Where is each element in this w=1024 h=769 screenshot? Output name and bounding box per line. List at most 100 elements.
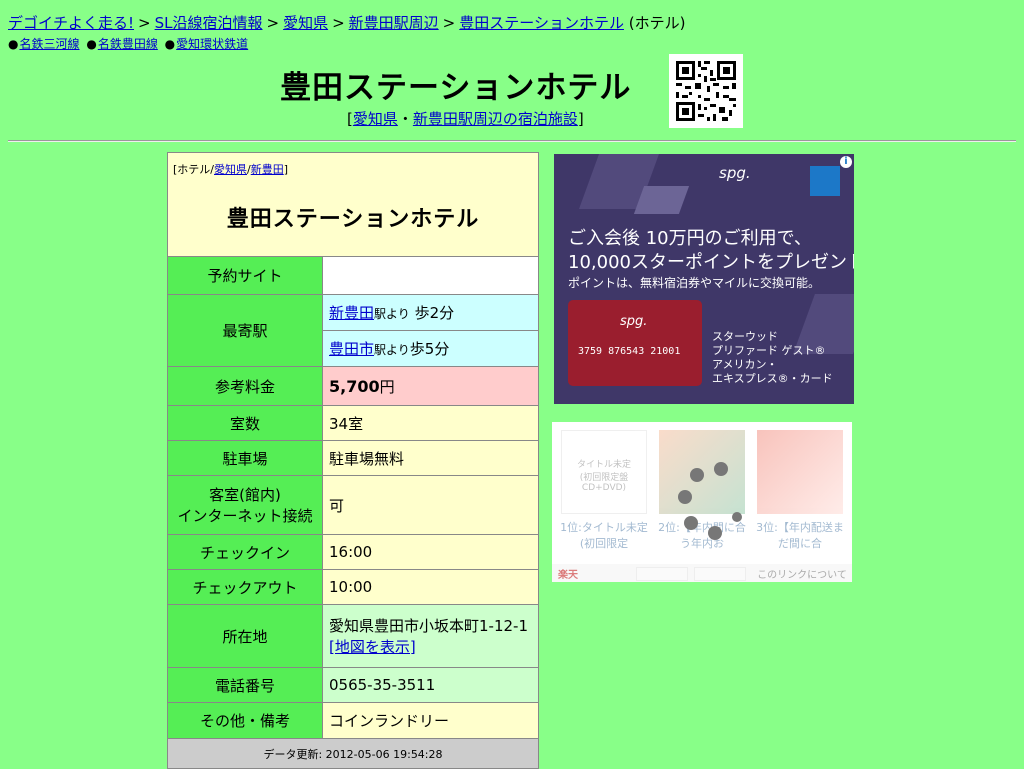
line-link-meitetsu-toyota[interactable]: 名鉄豊田線 (98, 37, 158, 51)
breadcrumb-separator: > (332, 14, 345, 32)
breadcrumb-link-prefecture[interactable]: 愛知県 (283, 14, 328, 32)
separator-dot: ・ (397, 110, 413, 128)
booking-value (322, 256, 539, 295)
category-station-link[interactable]: 新豊田 (251, 163, 284, 176)
ranking-widget: タイトル未定 (初回限定盤 CD+DVD) 1位:タイトル未定(初回限定 2位:… (552, 422, 852, 582)
ad-decoration (633, 186, 690, 214)
ad-info-icon[interactable]: i (840, 156, 852, 168)
page-title: 豊田ステーションホテル (280, 70, 632, 106)
fare-unit: 円 (379, 377, 395, 396)
spinner-dot (732, 512, 742, 522)
horizontal-divider (8, 140, 1016, 142)
station-from: 駅より (374, 307, 410, 321)
card-brand: spg. (620, 314, 648, 329)
hotel-header: [ホテル/愛知県/新豊田] 豊田ステーションホテル (167, 152, 539, 257)
phone-label: 電話番号 (167, 667, 323, 703)
checkout-label: チェックアウト (167, 569, 323, 605)
line-link-aichi-loop[interactable]: 愛知環状鉄道 (176, 37, 248, 51)
bullet-icon: ● (8, 37, 19, 51)
ad-card-text: スターウッド プリファード ゲスト® アメリカン・ エキスプレス®・カード (712, 330, 833, 386)
widget-prev-button[interactable] (636, 567, 688, 581)
breadcrumb-link-home[interactable]: デゴイチよく走る! (8, 14, 134, 32)
ranking-item[interactable]: タイトル未定 (初回限定盤 CD+DVD) 1位:タイトル未定(初回限定 (558, 430, 650, 554)
ad-card-text-line: スターウッド (712, 330, 778, 343)
ad-banner[interactable]: spg. i ご入会後 10万円のご利用で、 10,000スターポイントをプレゼ… (554, 154, 854, 404)
checkin-row: チェックイン 16:00 (167, 534, 539, 570)
station-walk: 歩5分 (409, 340, 450, 358)
notes-value: コインランドリー (322, 702, 539, 739)
internet-value: 可 (322, 475, 539, 535)
breadcrumb-link-hotel[interactable]: 豊田ステーションホテル (459, 14, 624, 32)
hotel-name: 豊田ステーションホテル (226, 207, 480, 232)
widget-about-link[interactable]: このリンクについて (754, 566, 850, 581)
fare-value: 5,700円 (322, 366, 539, 406)
phone-value: 0565-35-3511 (322, 667, 539, 703)
breadcrumb-separator: > (442, 14, 456, 32)
widget-footer: 楽天 このリンクについて (552, 564, 852, 582)
spinner-dot (708, 526, 722, 540)
parking-row: 駐車場 駐車場無料 (167, 440, 539, 476)
updated-row: データ更新: 2012-05-06 19:54:28 (167, 738, 539, 769)
address-label: 所在地 (167, 604, 323, 668)
parking-value: 駐車場無料 (322, 440, 539, 476)
station-link-shintoyota[interactable]: 新豊田 (329, 304, 374, 322)
breadcrumb-link-sl-lodging[interactable]: SL沿線宿泊情報 (155, 14, 263, 32)
amex-logo-icon (810, 166, 840, 196)
internet-label: 客室(館内) インターネット接続 (167, 475, 323, 535)
station-item: 新豊田駅より 歩2分 (322, 294, 539, 331)
line-link-meitetsu-mikawa[interactable]: 名鉄三河線 (19, 37, 79, 51)
internet-row: 客室(館内) インターネット接続 可 (167, 475, 539, 535)
spinner-dot (690, 468, 704, 482)
railway-lines: ●名鉄三河線 ●名鉄豊田線 ●愛知環状鉄道 (8, 35, 251, 52)
station-from: 駅より (374, 343, 410, 357)
loading-spinner-icon (666, 458, 746, 540)
prefecture-link[interactable]: 愛知県 (353, 110, 398, 128)
category-type: ホテル (177, 163, 211, 176)
breadcrumb-link-area[interactable]: 新豊田駅周辺 (349, 14, 439, 32)
bracket-close: ] (283, 163, 289, 176)
show-map-link[interactable]: [地図を表示] (329, 638, 416, 656)
notes-row: その他・備考 コインランドリー (167, 702, 539, 739)
qr-code-icon (676, 61, 736, 121)
breadcrumb: デゴイチよく走る! > SL沿線宿泊情報 > 愛知県 > 新豊田駅周辺 > 豊田ステーションホテ… (8, 12, 685, 33)
address-row: 所在地 愛知県豊田市小坂本町1-12-1 [地図を表示] (167, 604, 539, 668)
sub-links: [愛知県・新豊田駅周辺の宿泊施設] (347, 108, 584, 129)
notes-label: その他・備考 (167, 702, 323, 739)
ad-card-text-line: プリファード ゲスト® (712, 344, 826, 357)
ranking-item-caption: 1位:タイトル未定(初回限定 (560, 521, 648, 550)
checkout-value: 10:00 (322, 569, 539, 605)
qr-code (669, 54, 743, 128)
widget-next-button[interactable] (694, 567, 746, 581)
credit-card-image: spg. 3759 876543 21001 (568, 300, 702, 386)
spinner-dot (684, 516, 698, 530)
category-pref-link[interactable]: 愛知県 (214, 163, 247, 176)
ad-brand: spg. (719, 164, 751, 182)
area-lodging-link[interactable]: 新豊田駅周辺の宿泊施設 (413, 110, 578, 128)
address-value: 愛知県豊田市小坂本町1-12-1 [地図を表示] (322, 604, 539, 668)
hotel-header-row: [ホテル/愛知県/新豊田] 豊田ステーションホテル (167, 152, 539, 257)
station-label: 最寄駅 (167, 294, 323, 367)
rooms-label: 室数 (167, 405, 323, 441)
checkin-value: 16:00 (322, 534, 539, 570)
phone-row: 電話番号 0565-35-3511 (167, 667, 539, 703)
bullet-icon: ● (86, 37, 97, 51)
ranking-item-caption: 3位:【年内配送まだ間に合 (756, 521, 844, 550)
fare-row: 参考料金 5,700円 (167, 366, 539, 406)
booking-row: 予約サイト (167, 256, 539, 295)
station-item: 豊田市駅より歩5分 (322, 330, 539, 367)
card-number: 3759 876543 21001 (578, 346, 681, 357)
station-link-toyotashi[interactable]: 豊田市 (329, 340, 374, 358)
ad-headline-2: 10,000スターポイントをプレゼント。 (568, 252, 854, 273)
address-text: 愛知県豊田市小坂本町1-12-1 (329, 617, 529, 635)
ranking-item[interactable]: 3位:【年内配送まだ間に合 (754, 430, 846, 554)
hotel-category: [ホテル/愛知県/新豊田] (168, 153, 538, 177)
ranking-item-image (757, 430, 843, 514)
rooms-row: 室数 34室 (167, 405, 539, 441)
ad-card-text-line: エキスプレス®・カード (712, 372, 833, 385)
fare-amount: 5,700 (329, 376, 380, 396)
spinner-dot (714, 462, 728, 476)
station-walk: 歩2分 (414, 304, 455, 322)
parking-label: 駐車場 (167, 440, 323, 476)
data-updated: データ更新: 2012-05-06 19:54:28 (167, 738, 539, 769)
checkin-label: チェックイン (167, 534, 323, 570)
